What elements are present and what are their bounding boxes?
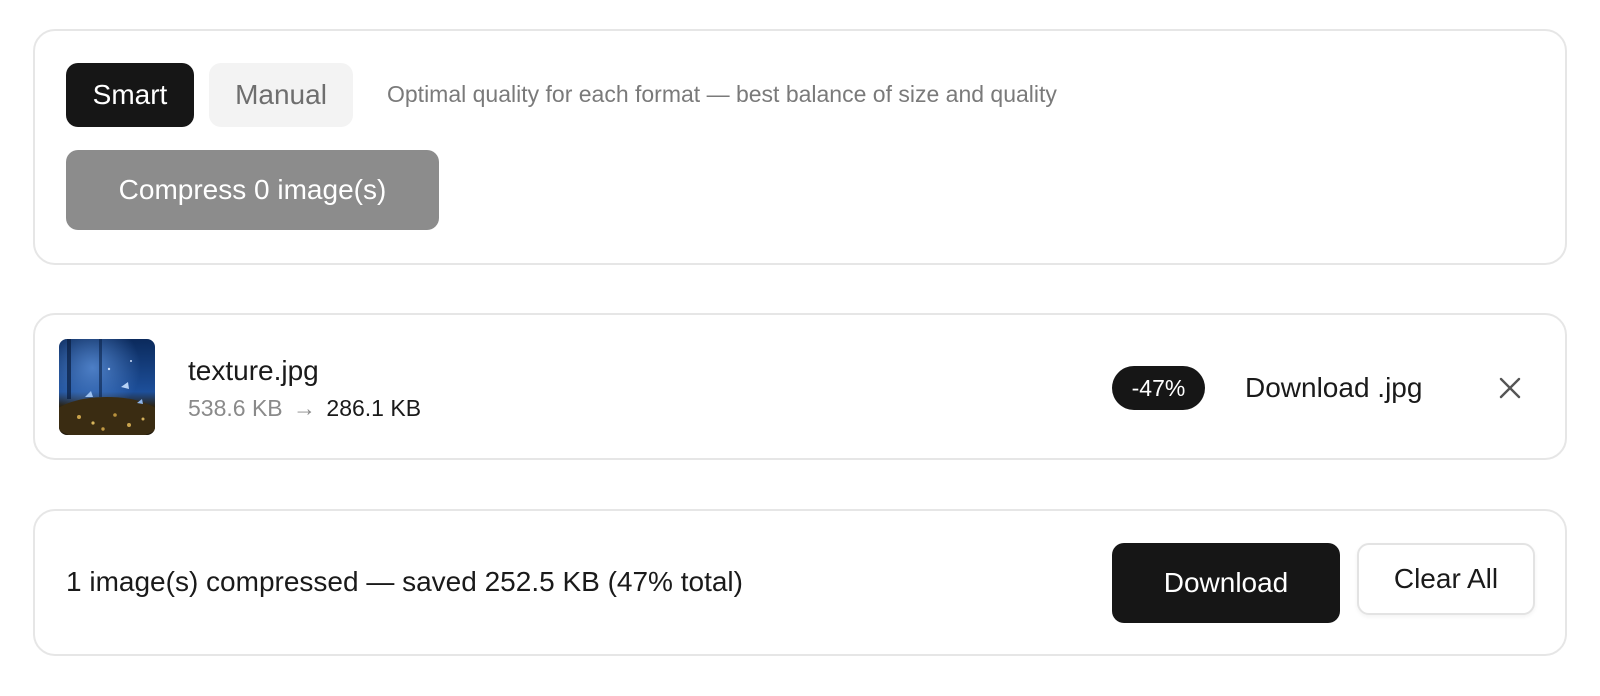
remove-file-button[interactable] — [1489, 367, 1531, 409]
summary-text: 1 image(s) compressed — saved 252.5 KB (… — [66, 566, 743, 597]
compress-button[interactable]: Compress 0 image(s) — [66, 150, 439, 230]
file-row: texture.jpg 538.6 KB → 286.1 KB -47% Dow… — [33, 313, 1567, 460]
mode-description: Optimal quality for each format — best b… — [387, 81, 1057, 107]
original-size: 538.6 KB — [188, 395, 283, 421]
mode-smart-button[interactable]: Smart — [66, 63, 194, 127]
mode-manual-button[interactable]: Manual — [209, 63, 353, 127]
arrow-right-icon: → — [293, 395, 317, 421]
compressed-size: 286.1 KB — [326, 395, 422, 421]
summary-card: 1 image(s) compressed — saved 252.5 KB (… — [33, 509, 1567, 656]
file-name: texture.jpg — [188, 355, 319, 386]
reduction-badge: -47% — [1112, 366, 1205, 410]
compression-settings-card: Smart Manual Optimal quality for each fo… — [33, 29, 1567, 265]
image-thumbnail — [59, 339, 155, 435]
download-file-button[interactable]: Download .jpg — [1245, 365, 1422, 411]
close-icon — [1499, 377, 1521, 399]
download-all-button[interactable]: Download — [1112, 543, 1340, 623]
file-size-info: 538.6 KB → 286.1 KB — [188, 395, 421, 422]
clear-all-button[interactable]: Clear All — [1357, 543, 1535, 615]
